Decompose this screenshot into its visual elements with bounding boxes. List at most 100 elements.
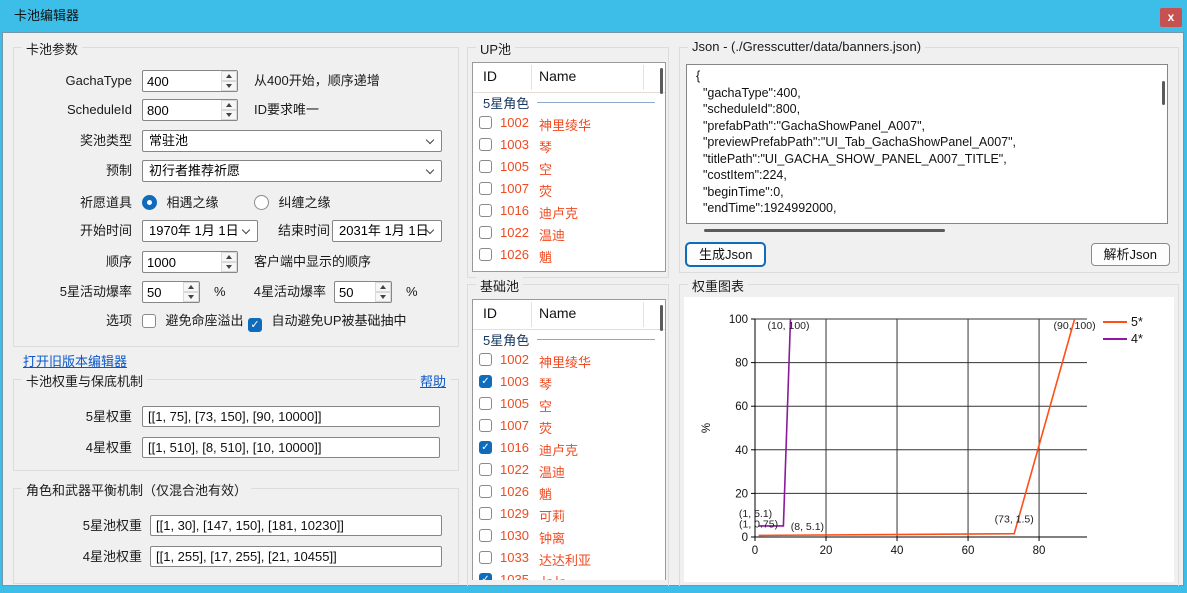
order-input[interactable] (143, 252, 221, 272)
list-item[interactable]: 1026魈 (473, 481, 665, 503)
open-old-editor-link[interactable]: 打开旧版本编辑器 (23, 351, 127, 370)
row-name: 神里绫华 (539, 352, 591, 371)
checkbox-icon[interactable] (479, 419, 492, 432)
svg-text:20: 20 (735, 488, 748, 500)
list-item[interactable]: 1002神里绫华 (473, 112, 665, 134)
up-pool-list[interactable]: ID Name 5星角色 1002神里绫华1003琴1005空1007荧1016… (472, 62, 666, 272)
checkbox-icon[interactable] (479, 463, 492, 476)
spin-up-button[interactable] (183, 282, 199, 292)
gacha-type-stepper[interactable] (142, 70, 238, 92)
option-avoid-overflow[interactable]: 避免命座溢出 (142, 310, 243, 332)
scrollbar-thumb[interactable] (660, 68, 663, 94)
checkbox-icon[interactable] (479, 529, 492, 542)
checkbox-icon[interactable] (479, 507, 492, 520)
schedule-id-stepper[interactable] (142, 99, 238, 121)
parse-json-button[interactable]: 解析Json (1091, 243, 1170, 266)
list-item[interactable]: 1005空 (473, 393, 665, 415)
column-name: Name (539, 305, 576, 321)
list-item[interactable]: 1005空 (473, 156, 665, 178)
spin-down-button[interactable] (183, 292, 199, 302)
checkbox-icon[interactable] (479, 353, 492, 366)
w4-input[interactable] (142, 437, 440, 458)
close-button[interactable]: x (1160, 8, 1182, 27)
checkbox-icon[interactable] (479, 226, 492, 239)
checkbox-icon[interactable] (479, 485, 492, 498)
list-item[interactable]: 1030钟离 (473, 525, 665, 547)
list-item[interactable]: 1003琴 (473, 371, 665, 393)
schedule-id-input[interactable] (143, 100, 221, 120)
rate5-input[interactable] (143, 282, 183, 302)
list-item[interactable]: 1007荧 (473, 415, 665, 437)
checkbox-icon[interactable] (479, 116, 492, 129)
p4-input[interactable] (150, 546, 442, 567)
pool-type-select[interactable]: 常驻池 (142, 130, 442, 152)
checkbox-checked-icon[interactable] (248, 318, 262, 332)
wish-item-radio-acquaint[interactable]: 相遇之缘 (142, 192, 218, 214)
begin-time-picker[interactable]: 1970年 1月 1日 (142, 220, 258, 242)
checkbox-checked-icon[interactable] (479, 375, 492, 388)
end-time-picker[interactable]: 2031年 1月 1日 (332, 220, 442, 242)
rate4-stepper[interactable] (334, 281, 392, 303)
scrollbar-thumb[interactable] (1162, 81, 1165, 105)
spin-up-button[interactable] (221, 71, 237, 81)
spin-down-button[interactable] (221, 110, 237, 120)
checkbox-checked-icon[interactable] (479, 441, 492, 454)
list-item[interactable]: 1029可莉 (473, 503, 665, 525)
radio-icon[interactable] (254, 195, 269, 210)
checkbox-icon[interactable] (479, 182, 492, 195)
gacha-type-input[interactable] (143, 71, 221, 91)
checkbox-icon[interactable] (479, 204, 492, 217)
generate-json-button[interactable]: 生成Json (686, 243, 765, 266)
titlebar[interactable]: 卡池编辑器 x (0, 0, 1187, 32)
checkbox-icon[interactable] (479, 160, 492, 173)
balance-group: 角色和武器平衡机制（仅混合池有效） 5星池权重 4星池权重 (13, 488, 459, 584)
help-link[interactable]: 帮助 (416, 371, 450, 390)
list-item[interactable]: 1016迪卢克 (473, 437, 665, 459)
rate5-stepper[interactable] (142, 281, 200, 303)
list-item[interactable]: 1003琴 (473, 134, 665, 156)
json-textarea[interactable]: { "gachaType":400, "scheduleId":800, "pr… (686, 64, 1168, 224)
rate-row: 5星活动爆率 % 4星活动爆率 % (24, 281, 448, 303)
arrow-up-icon (380, 285, 386, 289)
json-line: { (696, 68, 1167, 85)
checkbox-checked-icon[interactable] (479, 573, 492, 580)
list-item[interactable]: 1033达达利亚 (473, 547, 665, 569)
option-avoid-up-in-base[interactable]: 自动避免UP被基础抽中 (248, 310, 407, 332)
list-item[interactable]: 1026魈 (473, 244, 665, 266)
svg-text:20: 20 (820, 545, 833, 557)
list-item[interactable]: 1035七七 (473, 569, 665, 580)
spin-up-button[interactable] (221, 100, 237, 110)
order-stepper[interactable] (142, 251, 238, 273)
spin-down-button[interactable] (221, 81, 237, 91)
hscrollbar-thumb[interactable] (704, 229, 945, 232)
base-pool-list[interactable]: ID Name 5星角色 1002神里绫华1003琴1005空1007荧1016… (472, 299, 666, 580)
svg-text:80: 80 (735, 358, 748, 370)
checkbox-icon[interactable] (479, 138, 492, 151)
wish-item-radio-intertwined[interactable]: 纠缠之缘 (254, 192, 330, 214)
list-item[interactable]: 1016迪卢克 (473, 200, 665, 222)
preset-select[interactable]: 初行者推荐祈愿 (142, 160, 442, 182)
w5-input[interactable] (142, 406, 440, 427)
w5-row: 5星权重 (24, 406, 448, 428)
checkbox-icon[interactable] (142, 314, 156, 328)
order-hint: 客户端中显示的顺序 (254, 251, 371, 273)
checkbox-icon[interactable] (479, 397, 492, 410)
dialog-content: 卡池参数 GachaType 从400开始，顺序递增 ScheduleId ID… (2, 32, 1184, 586)
column-divider (643, 302, 644, 327)
spin-down-button[interactable] (375, 292, 391, 302)
spin-up-button[interactable] (375, 282, 391, 292)
spin-down-button[interactable] (221, 262, 237, 272)
scrollbar-thumb[interactable] (660, 305, 663, 331)
checkbox-icon[interactable] (479, 551, 492, 564)
rate4-input[interactable] (335, 282, 375, 302)
wish-item-row: 祈愿道具 相遇之缘 纠缠之缘 (24, 192, 448, 214)
list-item[interactable]: 1022温迪 (473, 459, 665, 481)
chevron-down-icon (426, 166, 434, 174)
radio-selected-icon[interactable] (142, 195, 157, 210)
checkbox-icon[interactable] (479, 248, 492, 261)
spin-up-button[interactable] (221, 252, 237, 262)
list-item[interactable]: 1007荧 (473, 178, 665, 200)
list-item[interactable]: 1002神里绫华 (473, 349, 665, 371)
p5-input[interactable] (150, 515, 442, 536)
list-item[interactable]: 1022温迪 (473, 222, 665, 244)
